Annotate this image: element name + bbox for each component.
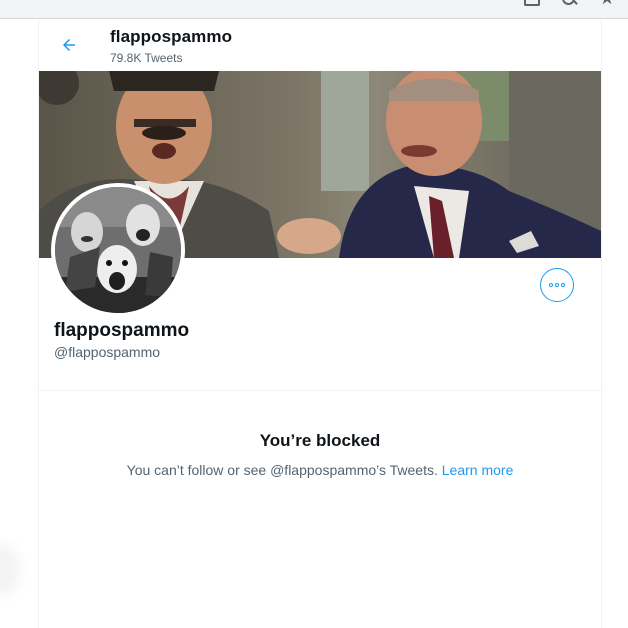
blocked-title: You’re blocked <box>259 431 381 450</box>
avatar <box>55 187 181 313</box>
side-shadow <box>0 545 20 595</box>
back-button[interactable] <box>55 31 83 59</box>
profile-avatar[interactable] <box>51 183 185 317</box>
profile-display-name: flappospammo <box>54 320 190 341</box>
learn-more-link[interactable]: Learn more <box>442 462 514 478</box>
divider <box>39 390 601 391</box>
profile-handle: @flappospammo <box>54 344 161 360</box>
profile-header-bar: flappospammo 79.8K Tweets <box>39 19 601 71</box>
more-options-button[interactable] <box>540 268 574 302</box>
tab-icon[interactable] <box>523 0 540 10</box>
header-display-name: flappospammo <box>110 27 233 46</box>
browser-toolbar: ★ <box>0 0 628 19</box>
avatar-image <box>55 187 181 313</box>
search-icon[interactable] <box>561 0 577 10</box>
more-horizontal-icon <box>548 283 566 287</box>
blocked-message-text: You can’t follow or see @flappospammo’s … <box>126 462 438 478</box>
arrow-left-icon <box>63 39 75 51</box>
tweet-count: 79.8K Tweets <box>110 51 183 65</box>
star-icon[interactable]: ★ <box>599 0 615 8</box>
blocked-message: You can’t follow or see @flappospammo’s … <box>39 462 601 478</box>
profile-column: flappospammo 79.8K Tweets flappospammo @… <box>38 19 602 628</box>
